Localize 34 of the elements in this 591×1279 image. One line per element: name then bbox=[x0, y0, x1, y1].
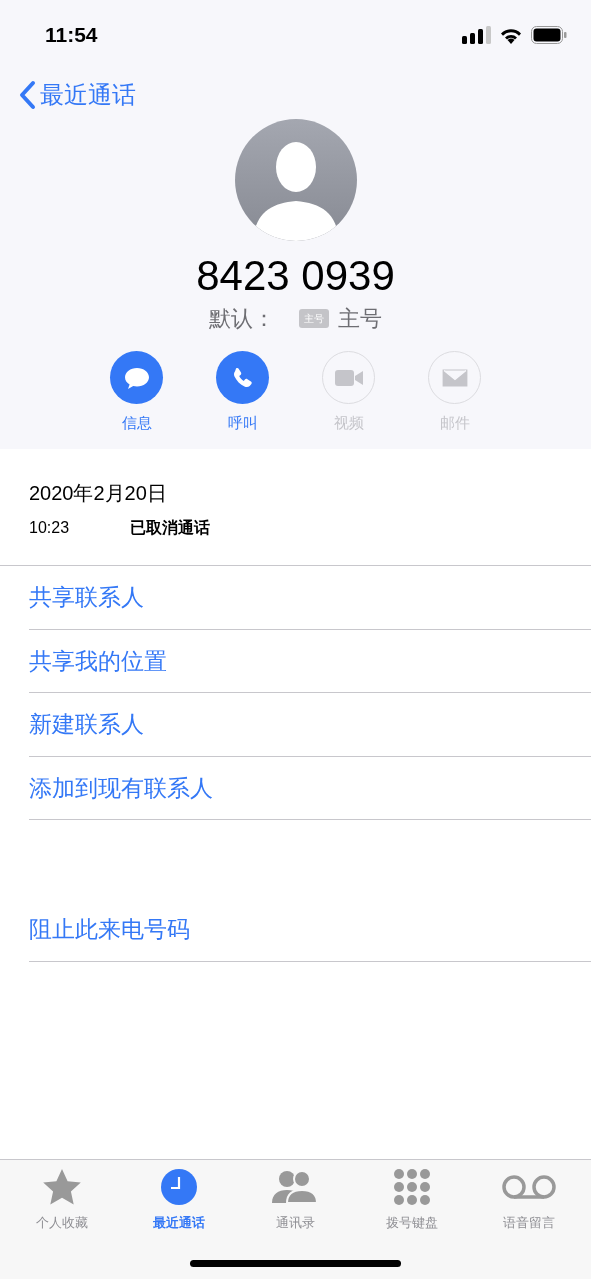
tab-bar-item[interactable]: 语音留言 bbox=[470, 1167, 587, 1233]
call-time: 10:23 bbox=[29, 518, 71, 538]
status-time: 11:54 bbox=[45, 22, 98, 49]
signal-icon bbox=[462, 26, 491, 44]
message-label: 信息 bbox=[121, 413, 152, 433]
clock-icon bbox=[160, 1169, 197, 1205]
phone-number: 8423 0939 bbox=[196, 251, 395, 301]
wifi-icon bbox=[499, 26, 523, 44]
voicemail-icon bbox=[500, 1175, 557, 1199]
tab-bar-item[interactable]: 个人收藏 bbox=[4, 1167, 121, 1233]
star-icon bbox=[42, 1168, 83, 1206]
speech-bubble-icon bbox=[123, 365, 150, 390]
option-link[interactable]: 共享联系人 bbox=[29, 566, 591, 630]
envelope-icon bbox=[441, 368, 468, 387]
call-date: 2020年2月20日 bbox=[29, 481, 168, 506]
chevron-left-icon bbox=[18, 80, 36, 110]
default-value: 主号 bbox=[338, 305, 382, 333]
option-link[interactable]: 共享我的位置 bbox=[29, 629, 591, 693]
option-link[interactable]: 新建联系人 bbox=[29, 693, 591, 757]
back-button[interactable]: 最近通话 bbox=[18, 77, 136, 113]
call-label: 呼叫 bbox=[227, 413, 258, 433]
tab-bar-item[interactable]: 最近通话 bbox=[120, 1167, 238, 1233]
battery-icon bbox=[531, 26, 567, 44]
tab-bar-item[interactable]: 通讯录 bbox=[237, 1167, 354, 1233]
message-button[interactable] bbox=[110, 351, 163, 404]
keypad-icon bbox=[394, 1169, 431, 1205]
block-number-link[interactable]: 阻止此来电号码 bbox=[29, 898, 591, 962]
call-button[interactable] bbox=[216, 351, 269, 404]
people-icon bbox=[272, 1170, 319, 1204]
video-camera-icon bbox=[334, 368, 363, 387]
call-status: 已取消通话 bbox=[130, 518, 210, 538]
option-link[interactable]: 添加到现有联系人 bbox=[29, 756, 591, 820]
default-label: 默认： bbox=[209, 305, 275, 333]
tab-bar-item[interactable]: 拨号键盘 bbox=[353, 1167, 471, 1233]
